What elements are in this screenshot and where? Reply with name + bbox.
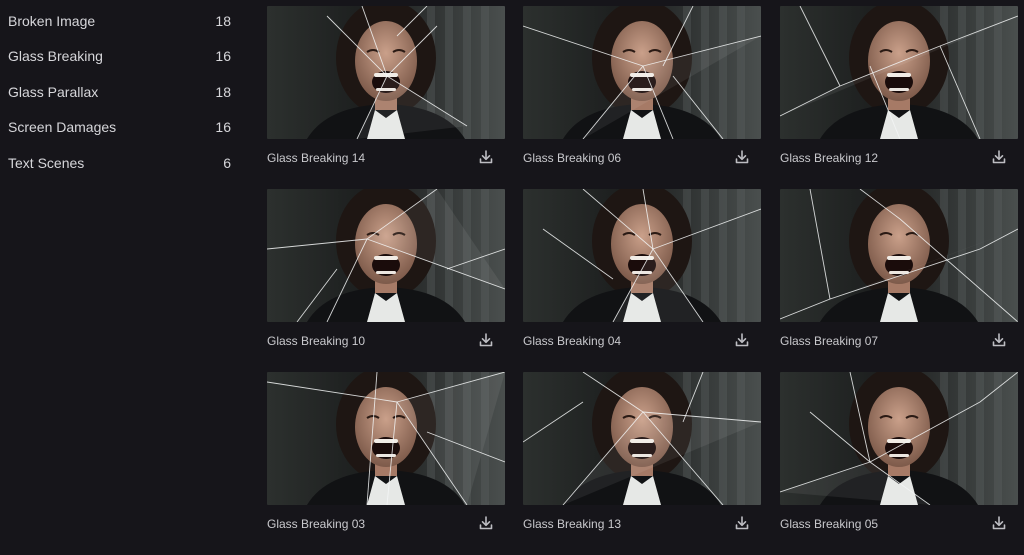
asset-card: Glass Breaking 14	[267, 6, 505, 166]
category-label: Screen Damages	[8, 119, 117, 135]
shattered-glass-portrait-icon	[267, 189, 505, 322]
shattered-glass-portrait-icon	[780, 6, 1018, 139]
shattered-glass-portrait-icon	[523, 189, 761, 322]
shattered-glass-thumbnail[interactable]	[267, 189, 505, 322]
asset-title: Glass Breaking 04	[523, 334, 622, 348]
category-label: Glass Breaking	[8, 48, 103, 64]
category-count: 6	[223, 155, 231, 171]
category-label: Broken Image	[8, 13, 96, 29]
asset-card: Glass Breaking 12	[780, 6, 1018, 166]
category-count: 16	[215, 119, 231, 135]
asset-card: Glass Breaking 10	[267, 189, 505, 349]
category-sidebar: Broken Image 18 Glass Breaking 16 Glass …	[0, 0, 248, 555]
asset-card: Glass Breaking 06	[523, 6, 761, 166]
download-button[interactable]	[990, 514, 1008, 532]
asset-card: Glass Breaking 04	[523, 189, 761, 349]
asset-title: Glass Breaking 12	[780, 151, 879, 165]
app-window: Broken Image 18 Glass Breaking 16 Glass …	[0, 0, 1024, 555]
download-button[interactable]	[733, 148, 751, 166]
shattered-glass-thumbnail[interactable]	[267, 372, 505, 505]
category-label: Glass Parallax	[8, 84, 99, 100]
category-label: Text Scenes	[8, 155, 85, 171]
asset-title: Glass Breaking 14	[267, 151, 366, 165]
asset-card: Glass Breaking 13	[523, 372, 761, 532]
download-button[interactable]	[477, 331, 495, 349]
shattered-glass-portrait-icon	[780, 372, 1018, 505]
category-item-screen-damages[interactable]: Screen Damages 16	[0, 109, 248, 143]
download-icon	[735, 516, 749, 530]
category-item-broken-image[interactable]: Broken Image 18	[0, 3, 248, 37]
shattered-glass-portrait-icon	[523, 372, 761, 505]
asset-title: Glass Breaking 05	[780, 517, 879, 531]
download-icon	[992, 516, 1006, 530]
download-button[interactable]	[733, 514, 751, 532]
shattered-glass-portrait-icon	[780, 189, 1018, 322]
download-button[interactable]	[477, 148, 495, 166]
category-item-glass-parallax[interactable]: Glass Parallax 18	[0, 74, 248, 108]
download-icon	[479, 333, 493, 347]
download-button[interactable]	[990, 331, 1008, 349]
download-icon	[735, 333, 749, 347]
shattered-glass-thumbnail[interactable]	[780, 6, 1018, 139]
shattered-glass-portrait-icon	[523, 6, 761, 139]
shattered-glass-portrait-icon	[267, 372, 505, 505]
download-icon	[479, 150, 493, 164]
shattered-glass-thumbnail[interactable]	[523, 189, 761, 322]
download-button[interactable]	[733, 331, 751, 349]
asset-title: Glass Breaking 13	[523, 517, 622, 531]
download-icon	[992, 150, 1006, 164]
download-button[interactable]	[477, 514, 495, 532]
shattered-glass-thumbnail[interactable]	[523, 372, 761, 505]
download-button[interactable]	[990, 148, 1008, 166]
asset-title: Glass Breaking 03	[267, 517, 366, 531]
download-icon	[992, 333, 1006, 347]
shattered-glass-thumbnail[interactable]	[780, 189, 1018, 322]
asset-title: Glass Breaking 10	[267, 334, 366, 348]
asset-card: Glass Breaking 03	[267, 372, 505, 532]
download-icon	[735, 150, 749, 164]
category-count: 18	[215, 84, 231, 100]
shattered-glass-portrait-icon	[267, 6, 505, 139]
category-count: 18	[215, 13, 231, 29]
shattered-glass-thumbnail[interactable]	[267, 6, 505, 139]
asset-card: Glass Breaking 05	[780, 372, 1018, 532]
asset-card: Glass Breaking 07	[780, 189, 1018, 349]
shattered-glass-thumbnail[interactable]	[523, 6, 761, 139]
download-icon	[479, 516, 493, 530]
shattered-glass-thumbnail[interactable]	[780, 372, 1018, 505]
category-item-glass-breaking[interactable]: Glass Breaking 16	[0, 38, 248, 72]
category-item-text-scenes[interactable]: Text Scenes 6	[0, 145, 248, 179]
category-count: 16	[215, 48, 231, 64]
asset-title: Glass Breaking 07	[780, 334, 879, 348]
asset-title: Glass Breaking 06	[523, 151, 622, 165]
